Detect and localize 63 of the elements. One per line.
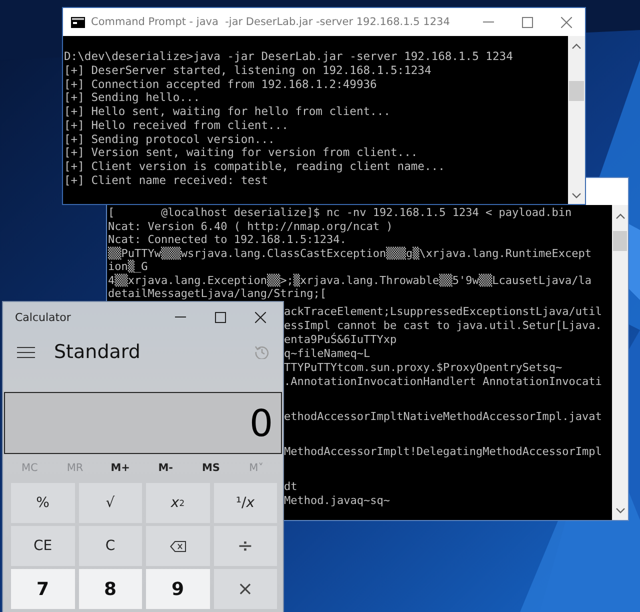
maximize-icon[interactable] bbox=[215, 312, 226, 322]
console-line: [+] Sending hello... bbox=[64, 91, 200, 105]
terminal-line: ethodAccessorImpltNativeMethodAccessorImpl.javat bbox=[284, 410, 602, 424]
memory-button[interactable]: MS bbox=[188, 462, 234, 474]
scroll-up-icon[interactable] bbox=[572, 43, 581, 49]
terminal-line: enta9PuŚ&6IuTTYxp bbox=[284, 332, 397, 347]
menu-icon[interactable] bbox=[17, 346, 35, 358]
close-icon[interactable] bbox=[255, 312, 266, 322]
memory-button[interactable]: M+ bbox=[98, 462, 143, 474]
console-icon bbox=[71, 16, 85, 28]
console-line: D:\dev\deserialize>java -jar DeserLab.jar -server 192.168.1.5 1234 bbox=[64, 50, 513, 64]
scrollbar[interactable] bbox=[568, 36, 585, 204]
console-line: [+] Connection accepted from 192.168.1.2:49936 bbox=[64, 78, 377, 92]
console-line: [+] Sending protocol version... bbox=[64, 132, 275, 146]
function-key[interactable]: √ bbox=[78, 483, 142, 523]
terminal-line: Method.javaq~sq~ bbox=[284, 494, 390, 508]
terminal-line: q~fileNameq~L bbox=[284, 346, 370, 361]
function-key[interactable]: C bbox=[78, 526, 142, 566]
function-key[interactable]: ÷ bbox=[214, 526, 277, 566]
scroll-up-icon[interactable] bbox=[616, 213, 624, 219]
minimize-icon[interactable] bbox=[175, 316, 186, 318]
terminal-line: .AnnotationInvocationHandlert AnnotationInvocati bbox=[284, 374, 602, 390]
scrollbar-thumb[interactable] bbox=[613, 231, 627, 251]
console-line: [+] Client name received: test bbox=[64, 174, 268, 188]
scroll-down-icon[interactable] bbox=[616, 508, 624, 514]
scrollbar[interactable] bbox=[612, 205, 628, 520]
console-line: [+] Client version is compatible, reading client name... bbox=[64, 160, 445, 174]
terminal-line: ▒▒PuTTYw▒▒▒wsrjava.lang.ClassCastException▒▒▒g▒\xrjava.lang.RuntimeExcept bbox=[108, 246, 592, 260]
terminal-line: ackTraceElement;LsuppressedExceptionstLjava/util bbox=[284, 304, 602, 319]
window-title: Command Prompt - java -jar DeserLab.jar -server 192.168.1.5 1234 bbox=[91, 16, 451, 28]
function-key[interactable]: x$^{2}$ bbox=[146, 483, 210, 523]
console-line: [+] Version sent, waiting for version from client... bbox=[64, 146, 418, 160]
terminal-line: Ncat: Connected to 192.168.1.5:1234. bbox=[108, 233, 346, 246]
terminal-line: essImpl cannot be cast to java.util.Setur[Ljava. bbox=[284, 318, 602, 332]
terminal-line: Ncat: Version 6.40 ( http://nmap.org/ncat ) bbox=[108, 220, 393, 233]
function-key[interactable]: CE bbox=[11, 526, 74, 566]
result-display: 0 bbox=[4, 392, 282, 454]
digit-key[interactable]: 7 bbox=[11, 569, 74, 609]
terminal-line: 4▒▒xrjava.lang.Exception▒▒>;▒xrjava.lang.Throwable▒▒5'9w▒▒LcausetLjava/la bbox=[108, 274, 592, 287]
digit-key[interactable]: 9 bbox=[146, 569, 210, 609]
console-line: [+] DeserServer started, listening on 192.168.1.5:1234 bbox=[64, 64, 432, 78]
terminal-line: MethodAccessorImplt!DelegatingMethodAccessorImpl bbox=[284, 445, 602, 460]
mode-title: Standard bbox=[54, 341, 142, 363]
function-key[interactable]: % bbox=[11, 483, 74, 523]
scrollbar-thumb[interactable] bbox=[569, 81, 584, 101]
backspace-icon bbox=[170, 540, 186, 552]
function-key[interactable]: ¹/x bbox=[214, 483, 277, 523]
terminal-line: ion▒_G bbox=[108, 260, 148, 274]
backspace-key[interactable] bbox=[146, 526, 210, 566]
maximize-icon[interactable] bbox=[522, 16, 533, 28]
close-icon[interactable] bbox=[561, 16, 572, 28]
memory-button[interactable]: M- bbox=[142, 462, 188, 474]
terminal-line: TTYPuTTYtcom.sun.proxy.$ProxyOpentrySetsq~ bbox=[284, 360, 562, 375]
function-key[interactable]: × bbox=[214, 569, 277, 609]
digit-key[interactable]: 8 bbox=[78, 569, 142, 609]
console-line: [+] Hello received from client... bbox=[64, 118, 288, 132]
terminal-line: dt bbox=[284, 480, 298, 494]
terminal-line: [ @localhost deserialize]$ nc -nv 192.168.1.5 1234 < payload.bin bbox=[108, 206, 572, 220]
console-line: [+] Hello sent, waiting for hello from client... bbox=[64, 105, 390, 119]
minimize-icon[interactable] bbox=[483, 21, 494, 23]
terminal-line: detailMessagetLjava/lang/String;[ bbox=[108, 287, 327, 300]
window-title: Calculator bbox=[15, 310, 72, 324]
scroll-down-icon[interactable] bbox=[572, 193, 581, 199]
